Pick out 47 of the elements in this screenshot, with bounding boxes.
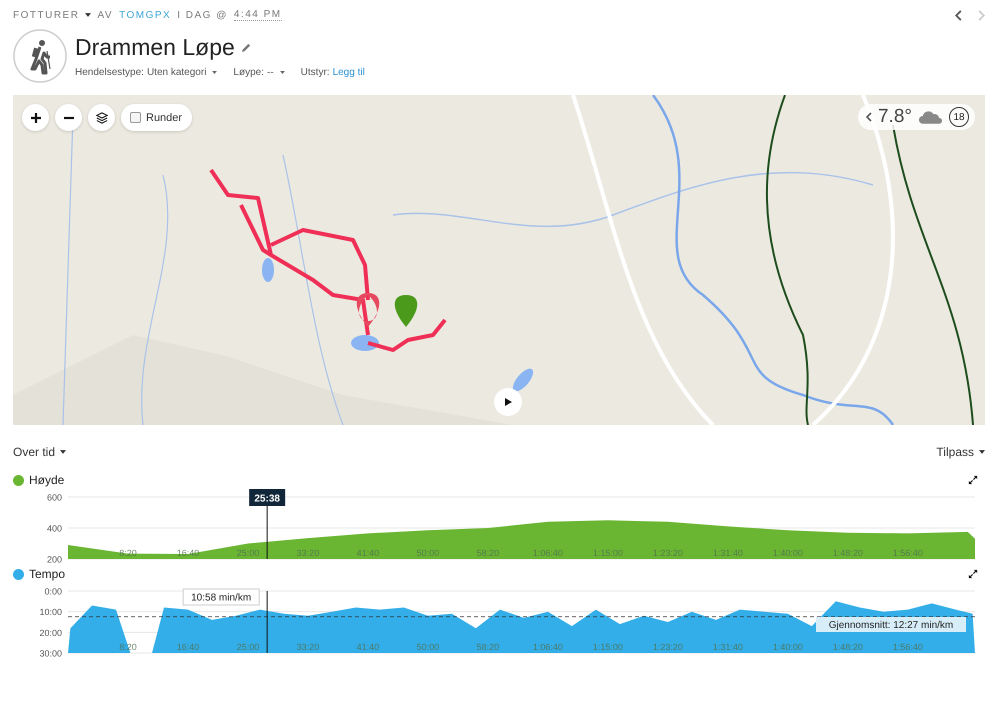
y-tick-label: 400 xyxy=(46,524,62,534)
average-label: Gjennomsnitt: 12:27 min/km xyxy=(816,617,966,632)
x-tick-label: 1:15:00 xyxy=(592,548,623,558)
y-tick-label: 10:00 xyxy=(39,607,62,618)
x-tick-label: 41:40 xyxy=(356,548,380,558)
x-tick-label: 1:56:40 xyxy=(892,642,923,652)
x-tick-label: 16:40 xyxy=(176,642,200,652)
meta-label: Utstyr: xyxy=(300,67,330,78)
x-tick-label: 50:00 xyxy=(416,548,440,558)
y-tick-label: 30:00 xyxy=(39,648,62,657)
laps-label: Runder xyxy=(146,112,182,124)
x-tick-label: 1:31:40 xyxy=(712,642,743,652)
meta-label: Hendelsestype: xyxy=(75,67,144,78)
date-text: I DAG @ xyxy=(177,10,228,20)
x-tick-label: 1:15:00 xyxy=(592,642,623,652)
chart-legend: Tempo xyxy=(29,567,66,581)
author-prefix: AV xyxy=(97,10,114,20)
wind-badge: 18 xyxy=(949,107,969,127)
x-tick-label: 41:40 xyxy=(356,642,380,652)
y-tick-label: 200 xyxy=(46,554,62,563)
temperature: 7.8° xyxy=(878,106,912,128)
y-tick-label: 600 xyxy=(46,492,62,502)
y-tick-label: 0:00 xyxy=(44,586,62,596)
x-tick-label: 1:48:20 xyxy=(832,548,863,558)
y-tick-label: 20:00 xyxy=(39,628,62,638)
x-tick-label: 33:20 xyxy=(296,642,320,652)
x-tick-label: 33:20 xyxy=(296,548,320,558)
x-tick-label: 50:00 xyxy=(416,642,440,652)
x-tick-label: 58:20 xyxy=(476,642,500,652)
x-tick-label: 1:23:20 xyxy=(652,548,683,558)
x-tick-label: 1:48:20 xyxy=(832,642,863,652)
x-tick-label: 1:06:40 xyxy=(532,642,563,652)
x-tick-label: 1:40:00 xyxy=(772,642,803,652)
x-tick-label: 1:06:40 xyxy=(532,548,563,558)
cursor-value-label: 10:58 min/km xyxy=(182,588,260,606)
x-tick-label: 1:40:00 xyxy=(772,548,803,558)
chart-legend: Høyde xyxy=(29,473,64,487)
x-tick-label: 1:23:20 xyxy=(652,642,683,652)
cursor-time-label: 25:38 xyxy=(249,489,286,506)
x-tick-label: 25:00 xyxy=(236,548,260,558)
x-tick-label: 25:00 xyxy=(236,642,260,652)
x-tick-label: 8:20 xyxy=(119,548,137,558)
activity-title: Drammen Løpe xyxy=(75,34,235,61)
x-tick-label: 1:56:40 xyxy=(892,548,923,558)
x-tick-label: 58:20 xyxy=(476,548,500,558)
x-tick-label: 1:31:40 xyxy=(712,548,743,558)
meta-label: Løype: xyxy=(233,67,264,78)
